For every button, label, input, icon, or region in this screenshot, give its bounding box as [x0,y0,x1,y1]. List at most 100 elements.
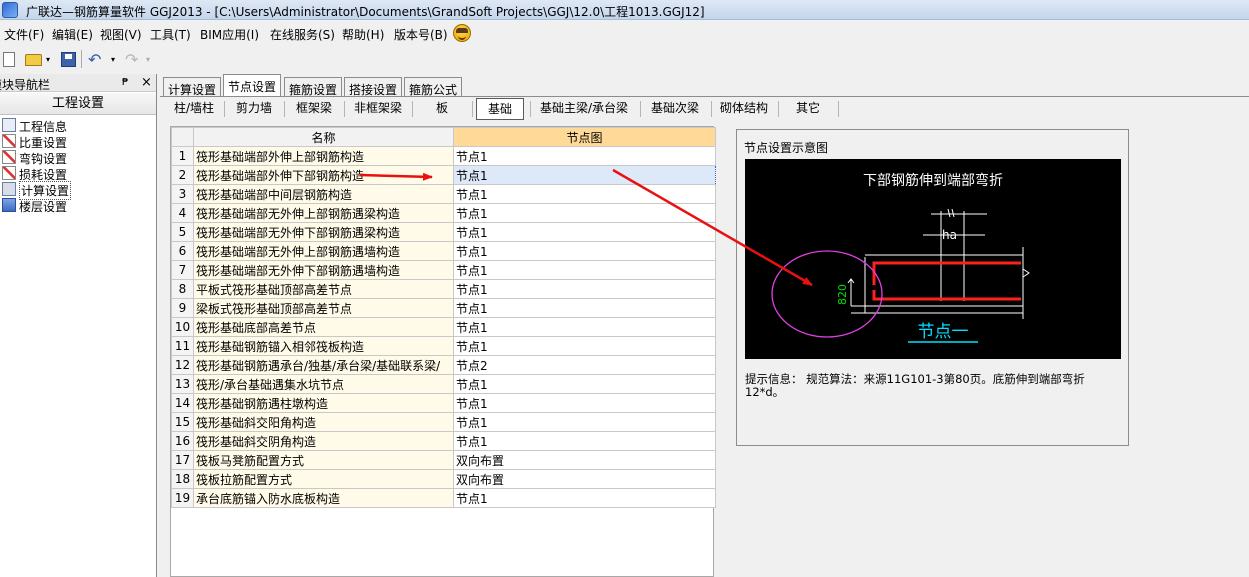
table-row[interactable]: 15 筏形基础斜交阳角构造 节点1 [171,412,716,432]
menu-file[interactable]: 文件(F) [4,26,44,43]
table-row[interactable]: 19 承台底筋锚入防水底板构造 节点1 [171,488,716,508]
open-folder-icon[interactable] [25,54,42,66]
close-icon[interactable]: × [141,75,152,90]
subtab-separator [838,101,839,117]
subtab-shear-wall[interactable]: 剪力墙 [226,98,282,120]
node-diagram-cell[interactable]: 节点1 [453,336,716,356]
menu-edit[interactable]: 编辑(E) [52,26,93,43]
node-diagram-cell[interactable]: 节点1 [453,260,716,280]
subtab-non-frame-beam[interactable]: 非框架梁 [346,98,410,120]
redo-dropdown-arrow-icon: ▾ [146,55,151,64]
table-row[interactable]: 8 平板式筏形基础顶部高差节点 节点1 [171,279,716,299]
table-row[interactable]: 2 筏形基础端部外伸下部钢筋构造 节点1 [171,165,716,185]
nav-section-project-settings[interactable]: 工程设置 [0,93,156,115]
tab-stirrup-settings[interactable]: 箍筋设置 [284,77,343,97]
table-row[interactable]: 5 筏形基础端部无外伸下部钢筋遇梁构造 节点1 [171,222,716,242]
node-diagram-cell[interactable]: 节点1 [453,279,716,299]
table-row[interactable]: 16 筏形基础斜交阴角构造 节点1 [171,431,716,451]
node-diagram-cell[interactable]: 节点1 [453,431,716,451]
table-row[interactable]: 6 筏形基础端部无外伸上部钢筋遇墙构造 节点1 [171,241,716,261]
table-row[interactable]: 13 筏形/承台基础遇集水坑节点 节点1 [171,374,716,394]
row-number-cell: 4 [171,203,194,223]
node-diagram-cell[interactable]: 节点2 [453,355,716,375]
menu-online-service[interactable]: 在线服务(S) [270,26,335,43]
tab-node-settings[interactable]: 节点设置 [223,74,282,96]
node-diagram-cell[interactable]: 双向布置 [453,450,716,470]
header-name[interactable]: 名称 [193,127,454,147]
name-cell: 筏形基础端部外伸上部钢筋构造 [193,146,454,166]
pin-icon[interactable]: ₱ [122,77,128,88]
node-diagram-cell[interactable]: 节点1 [453,241,716,261]
subtab-other[interactable]: 其它 [780,98,836,120]
subtab-frame-beam[interactable]: 框架梁 [286,98,342,120]
subtab-foundation-main-beam[interactable]: 基础主梁/承台梁 [532,98,636,120]
table-row[interactable]: 14 筏形基础钢筋遇柱墩构造 节点1 [171,393,716,413]
pen-icon [2,150,16,164]
name-cell: 筏形基础端部外伸下部钢筋构造 [193,165,454,185]
table-row[interactable]: 11 筏形基础钢筋锚入相邻筏板构造 节点1 [171,336,716,356]
nav-item-loss[interactable]: 损耗设置 [0,165,150,182]
row-number-cell: 7 [171,260,194,280]
subtab-slab[interactable]: 板 [414,98,470,120]
table-row[interactable]: 12 筏形基础钢筋遇承台/独基/承台梁/基础联系梁/节点2 [171,355,716,375]
node-diagram-cell[interactable]: 节点1 [453,146,716,166]
table-row[interactable]: 3 筏形基础端部中间层钢筋构造 节点1 [171,184,716,204]
tab-calculation-settings[interactable]: 计算设置 [163,77,222,97]
node-diagram-cell[interactable]: 节点1 [453,374,716,394]
assistant-face-icon[interactable] [453,24,471,42]
node-preview-panel: 节点设置示意图 下部钢筋伸到端部弯折 ha 820 节点一 提示信息： 规范算法… [736,129,1129,446]
header-node-diagram[interactable]: 节点图 [453,127,716,147]
row-number-cell: 8 [171,279,194,299]
table-row[interactable]: 10 筏形基础底部高差节点 节点1 [171,317,716,337]
tab-stirrup-formula[interactable]: 箍筋公式 [404,77,463,97]
table-row[interactable]: 7 筏形基础端部无外伸下部钢筋遇墙构造 节点1 [171,260,716,280]
node-label: 节点一 [918,322,969,342]
name-cell: 筏形基础端部无外伸下部钢筋遇梁构造 [193,222,454,242]
node-diagram-cell[interactable]: 节点1 [453,203,716,223]
node-diagram-cell[interactable]: 节点1 [453,222,716,242]
name-cell: 筏形基础端部无外伸下部钢筋遇墙构造 [193,260,454,280]
nav-item-calculation[interactable]: 计算设置 [0,181,150,200]
node-diagram-cell[interactable]: 节点1 [453,488,716,508]
nav-item-project-info[interactable]: 工程信息 [0,117,150,134]
nav-item-floors[interactable]: 楼层设置 [0,197,150,214]
undo-dropdown-arrow-icon[interactable]: ▾ [111,55,115,64]
table-row[interactable]: 1 筏形基础端部外伸上部钢筋构造 节点1 [171,146,716,166]
menu-help[interactable]: 帮助(H) [342,26,384,43]
table-row[interactable]: 9 梁板式筏形基础顶部高差节点 节点1 [171,298,716,318]
table-row[interactable]: 17 筏板马凳筋配置方式 双向布置 [171,450,716,470]
toolbar: ▾ ↶ ▾ ↷ ▾ [0,46,1249,72]
subtab-foundation-secondary-beam[interactable]: 基础次梁 [642,98,708,120]
subtab-masonry[interactable]: 砌体结构 [713,98,775,120]
table-row[interactable]: 4 筏形基础端部无外伸上部钢筋遇梁构造 节点1 [171,203,716,223]
subtab-column[interactable]: 柱/墙柱 [166,98,222,120]
nav-item-density[interactable]: 比重设置 [0,133,150,150]
row-number-cell: 10 [171,317,194,337]
node-diagram-cell[interactable]: 节点1 [453,165,716,185]
node-diagram-cell[interactable]: 节点1 [453,184,716,204]
settings-main-area: 计算设置 节点设置 箍筋设置 搭接设置 箍筋公式 柱/墙柱 剪力墙 框架梁 非框… [160,74,1249,577]
nav-header: 模块导航栏 ₱ × [0,74,156,92]
node-diagram-cell[interactable]: 节点1 [453,298,716,318]
open-dropdown-arrow-icon[interactable]: ▾ [46,55,50,64]
subtab-separator [472,101,473,117]
name-cell: 筏形基础斜交阳角构造 [193,412,454,432]
node-diagram-cell[interactable]: 节点1 [453,412,716,432]
row-number-cell: 13 [171,374,194,394]
new-file-icon[interactable] [3,52,15,67]
menu-tools[interactable]: 工具(T) [150,26,191,43]
node-diagram-cell[interactable]: 节点1 [453,393,716,413]
subtab-foundation[interactable]: 基础 [476,98,524,120]
nav-item-hook[interactable]: 弯钩设置 [0,149,150,166]
node-diagram-cell[interactable]: 节点1 [453,317,716,337]
menu-version[interactable]: 版本号(B) [394,26,448,43]
menu-view[interactable]: 视图(V) [100,26,142,43]
table-row[interactable]: 18 筏板拉筋配置方式 双向布置 [171,469,716,489]
row-number-cell: 19 [171,488,194,508]
node-diagram-cell[interactable]: 双向布置 [453,469,716,489]
menu-bim[interactable]: BIM应用(I) [200,26,259,43]
tab-lap-settings[interactable]: 搭接设置 [344,77,403,97]
save-icon[interactable] [61,52,76,67]
diagram-title: 下部钢筋伸到端部弯折 [863,172,1003,189]
undo-icon[interactable]: ↶ [88,50,101,69]
